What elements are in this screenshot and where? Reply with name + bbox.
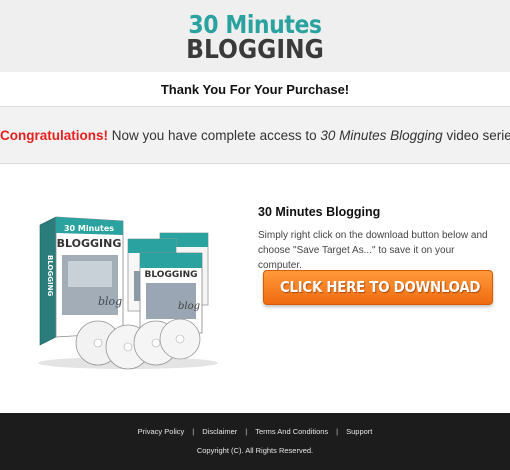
svg-text:BLOGGING: BLOGGING: [46, 255, 54, 296]
product-bundle-image: BLOGGING blog BLOGGING 30 Minutes BLOGGI…: [38, 216, 218, 370]
congrats-message: Congratulations! Now you have complete a…: [0, 107, 510, 164]
congrats-highlight: Congratulations!: [0, 128, 108, 143]
terms-link[interactable]: Terms And Conditions: [255, 427, 328, 436]
product-title: 30 Minutes Blogging: [258, 205, 381, 219]
download-button[interactable]: CLICK HERE TO DOWNLOAD: [263, 270, 493, 305]
thank-you-heading: Thank You For Your Purchase!: [0, 72, 510, 107]
footer-separator: |: [192, 427, 195, 436]
congrats-product-name: 30 Minutes Blogging: [320, 128, 443, 143]
congrats-text-before: Now you have complete access to: [108, 128, 321, 143]
congrats-text-after: video series.: [446, 128, 510, 143]
main-box-logo-top: 30 Minutes: [64, 224, 114, 233]
svg-text:blog: blog: [178, 301, 200, 312]
main-box-logo-bottom: BLOGGING: [57, 237, 122, 250]
front-case-logo: BLOGGING: [145, 270, 198, 280]
support-link[interactable]: Support: [346, 427, 372, 436]
privacy-policy-link[interactable]: Privacy Policy: [138, 427, 185, 436]
site-header: 30 Minutes BLOGGING: [0, 0, 510, 72]
logo-title-bottom: BLOGGING: [186, 35, 324, 65]
footer-separator: |: [245, 427, 248, 436]
site-footer: Privacy Policy | Disclaimer | Terms And Cond…: [0, 413, 510, 470]
footer-separator: |: [336, 427, 339, 436]
disclaimer-link[interactable]: Disclaimer: [202, 427, 237, 436]
footer-links: Privacy Policy | Disclaimer | Terms And Cond…: [0, 427, 510, 436]
svg-text:blog: blog: [98, 295, 122, 308]
product-description: Simply right click on the download butto…: [258, 230, 488, 271]
download-button-label: CLICK HERE TO DOWNLOAD: [279, 278, 481, 296]
copyright-text: Copyright (C). All Rights Reserved.: [196, 446, 314, 455]
